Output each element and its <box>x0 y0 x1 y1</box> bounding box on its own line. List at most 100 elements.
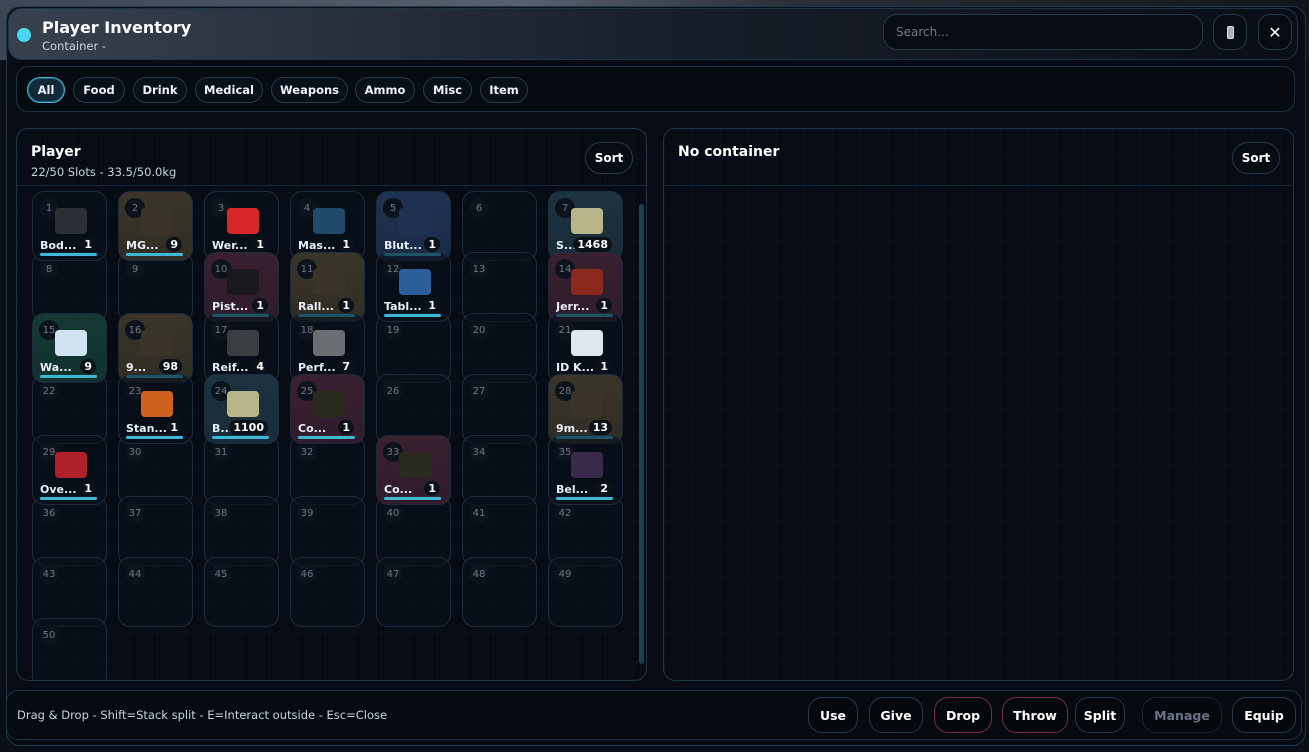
inventory-slot[interactable]: 10 Pist... 1 <box>204 252 279 322</box>
inventory-slot[interactable]: 29 Ove... 1 <box>32 435 107 505</box>
slot-number: 40 <box>383 503 403 523</box>
filter-misc[interactable]: Misc <box>423 77 472 103</box>
inventory-slot[interactable]: 43 <box>32 557 107 627</box>
inventory-slot[interactable]: 40 <box>376 496 451 566</box>
inventory-slot[interactable]: 26 <box>376 374 451 444</box>
phone-button[interactable] <box>1213 14 1247 50</box>
inventory-slot[interactable]: 46 <box>290 557 365 627</box>
throw-button[interactable]: Throw <box>1002 697 1068 733</box>
inventory-slot[interactable]: 49 <box>548 557 623 627</box>
inventory-slot[interactable]: 23 Stan... 1 <box>118 374 193 444</box>
slot-number: 22 <box>39 381 59 401</box>
item-count: 1 <box>338 298 354 313</box>
inventory-slot[interactable]: 2 MG... 9 <box>118 191 193 261</box>
inventory-slot[interactable]: 6 <box>462 191 537 261</box>
inventory-slot[interactable]: 11 Rall... 1 <box>290 252 365 322</box>
inventory-slot[interactable]: 8 <box>32 252 107 322</box>
inventory-slot[interactable]: 22 <box>32 374 107 444</box>
inventory-slot[interactable]: 13 <box>462 252 537 322</box>
slot-number: 43 <box>39 564 59 584</box>
container-sort-button[interactable]: Sort <box>1232 142 1280 174</box>
inventory-slot[interactable]: 18 Perf... 7 <box>290 313 365 383</box>
inventory-slot[interactable]: 39 <box>290 496 365 566</box>
flare-icon <box>141 391 173 417</box>
use-button[interactable]: Use <box>808 697 858 733</box>
inventory-slot[interactable]: 42 <box>548 496 623 566</box>
filter-ammo[interactable]: Ammo <box>355 77 415 103</box>
inventory-slot[interactable]: 30 <box>118 435 193 505</box>
inventory-slot[interactable]: 25 Co... 1 <box>290 374 365 444</box>
item-count: 1 <box>252 298 268 313</box>
item-count: 2 <box>596 481 612 496</box>
item-name: Tabl... <box>384 300 422 313</box>
inventory-slot[interactable]: 4 Mas... 1 <box>290 191 365 261</box>
inventory-slot[interactable]: 27 <box>462 374 537 444</box>
player-panel-title: Player <box>31 144 81 160</box>
toolbox-icon <box>227 208 259 234</box>
inventory-slot[interactable]: 5 Blut... 1 <box>376 191 451 261</box>
inventory-slot[interactable]: 1 Bod... 1 <box>32 191 107 261</box>
close-button[interactable]: ✕ <box>1258 14 1292 50</box>
inventory-slot[interactable]: 32 <box>290 435 365 505</box>
player-capacity: 22/50 Slots - 33.5/50.0kg <box>31 165 177 179</box>
container-panel: No container Sort <box>663 128 1294 681</box>
inventory-slot[interactable]: 15 Wa... 9 <box>32 313 107 383</box>
filter-all[interactable]: All <box>27 77 65 103</box>
inventory-slot[interactable]: 50 <box>32 618 107 680</box>
inventory-grid: 1 Bod... 1 2 MG... 9 3 Wer... 1 4 Mas... 1 5 Blut... 1… <box>17 186 637 680</box>
durability-bar <box>298 436 355 439</box>
search-input[interactable] <box>883 14 1203 50</box>
slot-number: 41 <box>469 503 489 523</box>
item-name: Pist... <box>212 300 249 313</box>
item-count: 1 <box>166 420 182 435</box>
give-button[interactable]: Give <box>869 697 923 733</box>
filter-drink[interactable]: Drink <box>133 77 187 103</box>
slot-number: 8 <box>39 259 59 279</box>
inventory-slot[interactable]: 34 <box>462 435 537 505</box>
inventory-slot[interactable]: 16 9... 98 <box>118 313 193 383</box>
split-button[interactable]: Split <box>1075 697 1125 733</box>
inventory-slot[interactable]: 3 Wer... 1 <box>204 191 279 261</box>
drop-button[interactable]: Drop <box>934 697 992 733</box>
slot-number: 26 <box>383 381 403 401</box>
status-dot-icon <box>17 28 31 42</box>
inventory-slot[interactable]: 36 <box>32 496 107 566</box>
filter-weapons[interactable]: Weapons <box>271 77 348 103</box>
inventory-slot[interactable]: 24 B... 1100 <box>204 374 279 444</box>
filter-medical[interactable]: Medical <box>195 77 263 103</box>
slot-number: 37 <box>125 503 145 523</box>
inventory-slot[interactable]: 45 <box>204 557 279 627</box>
inventory-slot[interactable]: 33 Co... 1 <box>376 435 451 505</box>
item-count: 1100 <box>229 420 268 435</box>
inventory-slot[interactable]: 37 <box>118 496 193 566</box>
inventory-slot[interactable]: 19 <box>376 313 451 383</box>
item-name: Co... <box>298 422 327 435</box>
equip-button[interactable]: Equip <box>1232 697 1296 733</box>
inventory-slot[interactable]: 44 <box>118 557 193 627</box>
grid-scrollbar[interactable] <box>639 204 644 664</box>
inventory-slot[interactable]: 20 <box>462 313 537 383</box>
inventory-slot[interactable]: 35 Bel... 2 <box>548 435 623 505</box>
inventory-slot[interactable]: 38 <box>204 496 279 566</box>
slot-number: 13 <box>469 259 489 279</box>
inventory-slot[interactable]: 31 <box>204 435 279 505</box>
inventory-slot[interactable]: 14 Jerr... 1 <box>548 252 623 322</box>
inventory-slot[interactable]: 48 <box>462 557 537 627</box>
item-count: 7 <box>338 359 354 374</box>
inventory-slot[interactable]: 7 S... 1468 <box>548 191 623 261</box>
rifle-icon <box>399 452 431 478</box>
inventory-slot[interactable]: 17 Reif... 4 <box>204 313 279 383</box>
filter-item[interactable]: Item <box>480 77 528 103</box>
slot-number: 39 <box>297 503 317 523</box>
manage-button[interactable]: Manage <box>1142 697 1222 733</box>
inventory-slot[interactable]: 12 Tabl... 1 <box>376 252 451 322</box>
filter-food[interactable]: Food <box>73 77 125 103</box>
inventory-slot[interactable]: 9 <box>118 252 193 322</box>
player-sort-button[interactable]: Sort <box>585 142 633 174</box>
inventory-slot[interactable]: 28 9m... 13 <box>548 374 623 444</box>
inventory-slot[interactable]: 47 <box>376 557 451 627</box>
inventory-slot[interactable]: 41 <box>462 496 537 566</box>
slot-number: 32 <box>297 442 317 462</box>
divider <box>664 185 1293 186</box>
inventory-slot[interactable]: 21 ID K... 1 <box>548 313 623 383</box>
